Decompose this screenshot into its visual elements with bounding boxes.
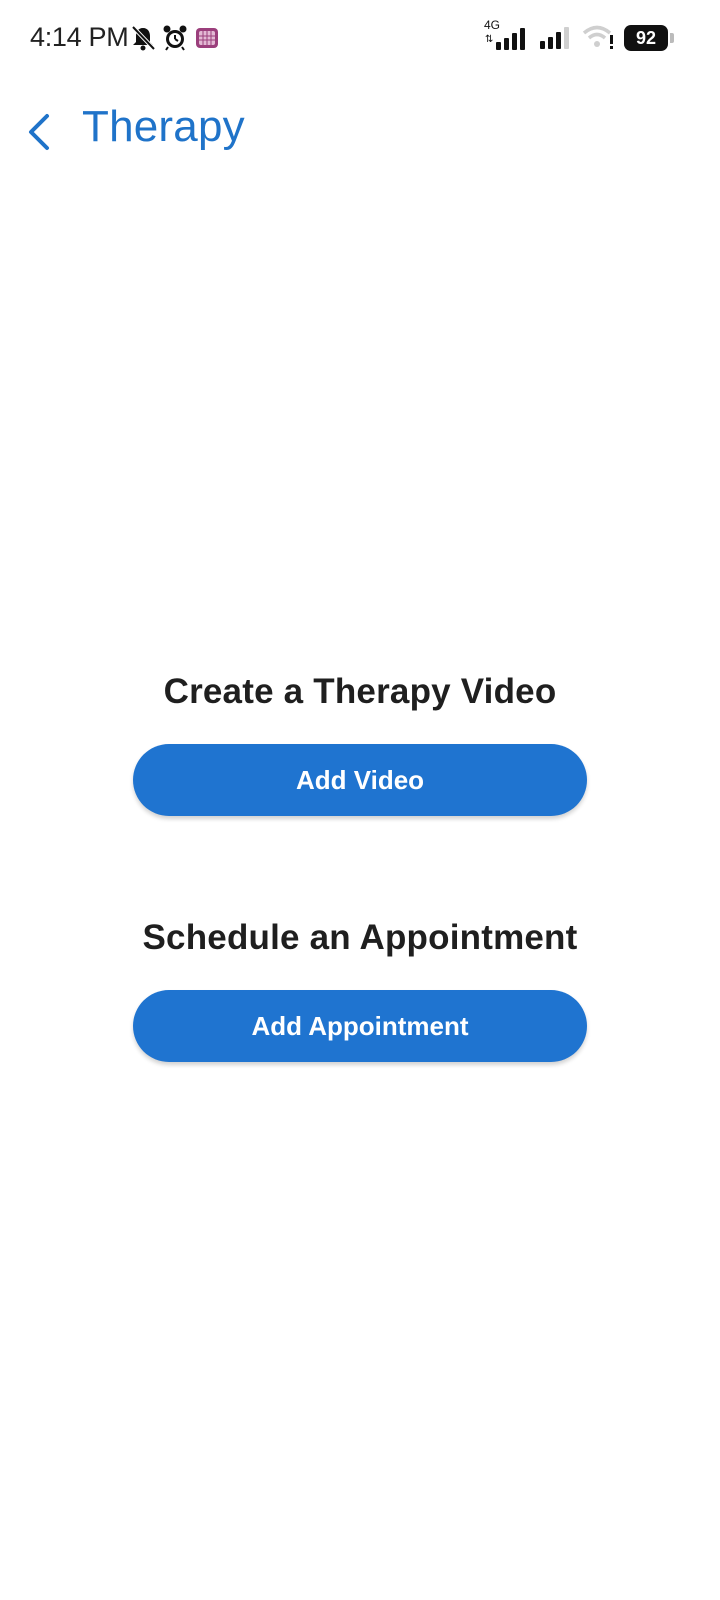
page-title: Therapy <box>82 102 245 151</box>
appointment-section: Schedule an Appointment Add Appointment <box>0 918 720 1062</box>
add-video-button[interactable]: Add Video <box>133 744 587 816</box>
therapy-video-heading: Create a Therapy Video <box>163 672 557 711</box>
appointment-heading: Schedule an Appointment <box>142 918 578 957</box>
wifi-warning-icon <box>582 25 613 49</box>
battery-level: 92 <box>635 27 657 48</box>
add-appointment-button[interactable]: Add Appointment <box>133 990 587 1062</box>
status-bar: 4:14 PM 4G ⇅ 92 <box>0 0 720 80</box>
battery-icon: 92 <box>624 25 674 51</box>
signal-icon <box>540 27 569 49</box>
status-system-icons: 4G ⇅ 92 <box>484 18 674 52</box>
network-type: 4G ⇅ <box>484 18 532 52</box>
signal-icon <box>496 28 525 50</box>
data-activity-icon: ⇅ <box>485 34 494 45</box>
back-button[interactable] <box>18 108 62 156</box>
status-notification-icons <box>130 24 220 52</box>
alarm-icon <box>162 24 188 52</box>
app-header: Therapy <box>0 92 720 172</box>
status-time: 4:14 PM <box>30 22 129 52</box>
app-notification-icon <box>194 24 220 52</box>
battery-nub <box>670 33 674 43</box>
chevron-left-icon <box>29 114 49 150</box>
therapy-video-section: Create a Therapy Video Add Video <box>0 672 720 816</box>
mute-icon <box>130 24 156 52</box>
